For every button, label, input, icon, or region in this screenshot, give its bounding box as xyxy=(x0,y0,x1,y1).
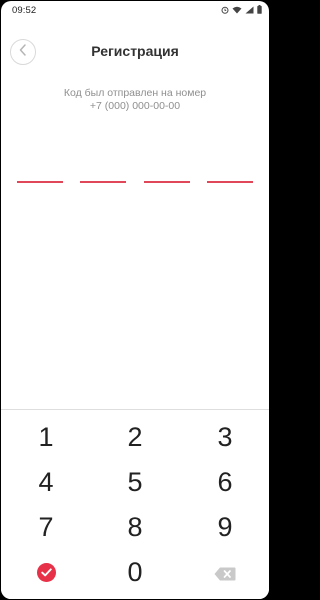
device-frame: 09:52 Регистрация Код был отправлен на н… xyxy=(0,0,270,600)
key-5[interactable]: 5 xyxy=(90,459,180,505)
code-slot[interactable] xyxy=(144,181,190,183)
header: Регистрация xyxy=(1,35,269,69)
page-title: Регистрация xyxy=(91,43,179,59)
key-1[interactable]: 1 xyxy=(1,414,91,460)
alarm-icon xyxy=(221,1,229,19)
screen: 09:52 Регистрация Код был отправлен на н… xyxy=(1,1,269,599)
numeric-keypad: 1 2 3 4 5 6 7 8 9 0 xyxy=(1,409,269,599)
status-bar: 09:52 xyxy=(1,1,269,19)
key-6[interactable]: 6 xyxy=(180,459,269,505)
code-slot[interactable] xyxy=(17,181,63,183)
status-time: 09:52 xyxy=(12,4,37,16)
backspace-icon xyxy=(214,557,236,588)
key-4[interactable]: 4 xyxy=(1,459,91,505)
key-9[interactable]: 9 xyxy=(180,504,269,550)
code-input[interactable] xyxy=(1,181,269,184)
signal-icon xyxy=(245,1,254,19)
confirm-button[interactable] xyxy=(1,549,91,595)
battery-icon xyxy=(257,1,262,19)
key-2[interactable]: 2 xyxy=(90,414,180,460)
code-slot[interactable] xyxy=(80,181,126,183)
key-8[interactable]: 8 xyxy=(90,504,180,550)
key-3[interactable]: 3 xyxy=(180,414,269,460)
key-7[interactable]: 7 xyxy=(1,504,91,550)
status-icons xyxy=(221,1,262,19)
phone-number: +7 (000) 000-00-00 xyxy=(89,100,181,112)
key-0[interactable]: 0 xyxy=(90,549,180,595)
code-sent-text: Код был отправлен на номер xyxy=(63,87,207,99)
check-circle-icon xyxy=(36,562,56,582)
code-sent-message: Код был отправлен на номер +7 (000) 000-… xyxy=(1,87,269,113)
code-slot[interactable] xyxy=(207,181,253,183)
wifi-icon xyxy=(232,1,242,19)
backspace-button[interactable] xyxy=(180,549,269,595)
